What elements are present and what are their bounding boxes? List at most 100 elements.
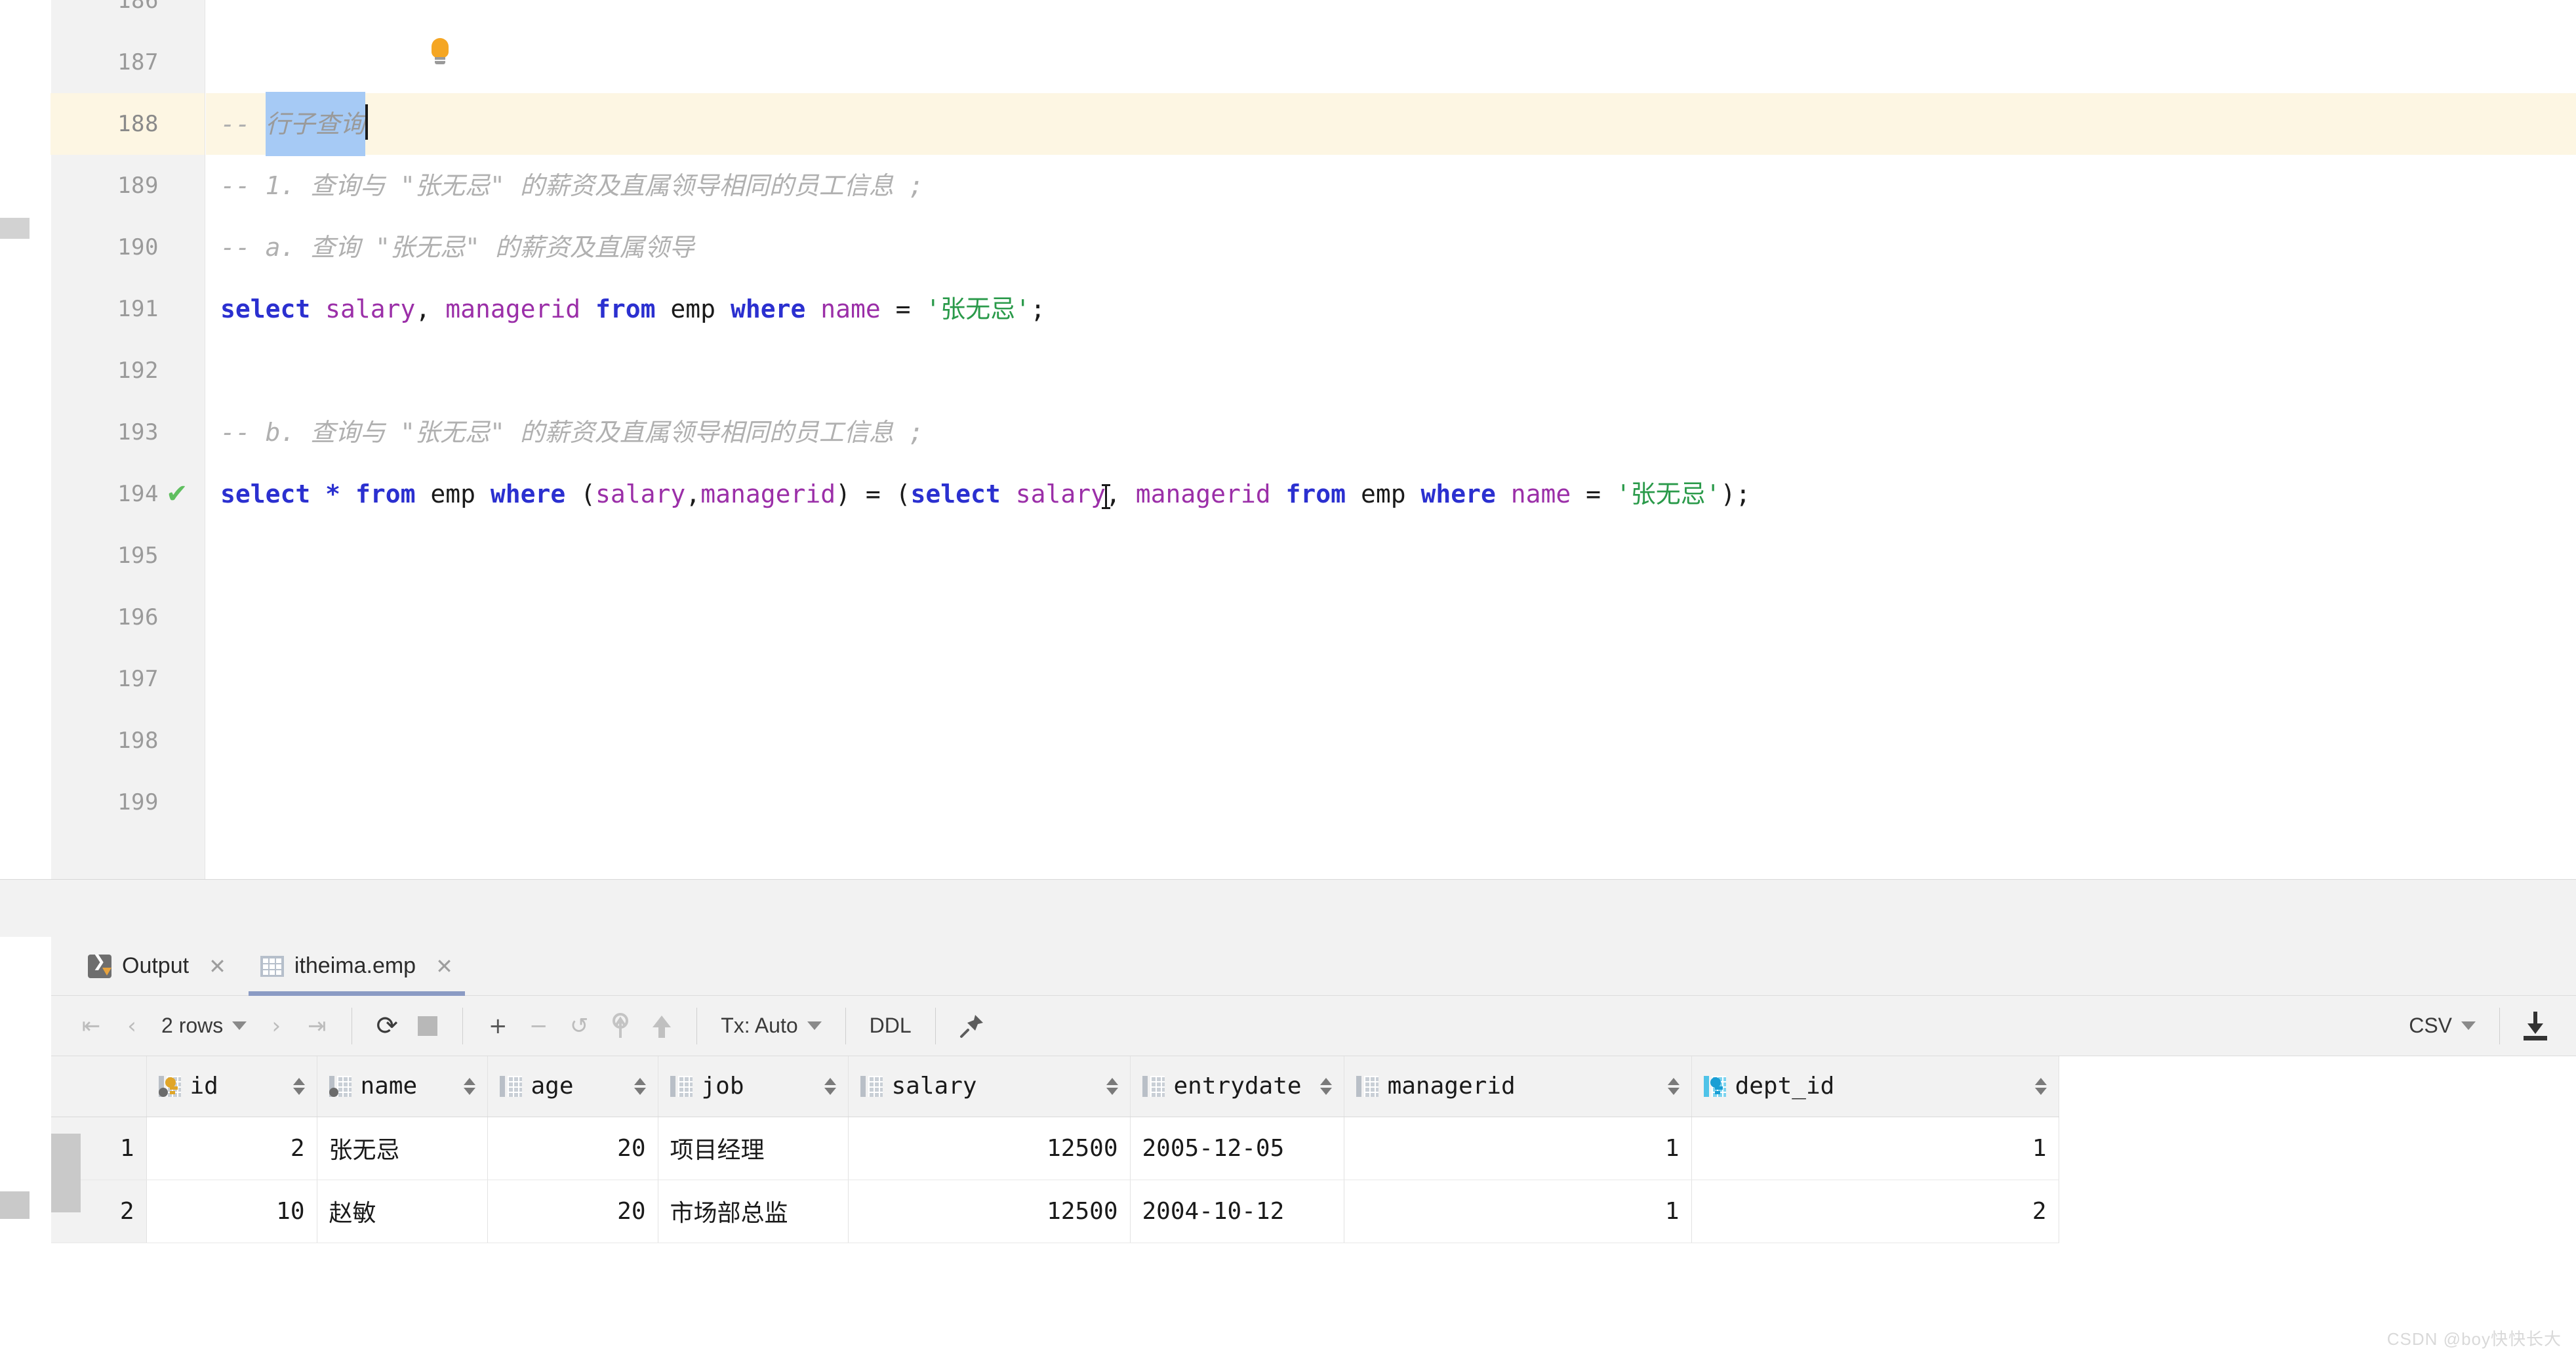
column-header-name[interactable]: name (317, 1056, 488, 1117)
sort-arrows-icon[interactable] (2034, 1077, 2047, 1095)
revert-button[interactable]: ↺ (559, 1003, 599, 1049)
tab-output-close-icon[interactable]: ✕ (209, 954, 226, 979)
toolbar-separator-4 (845, 1007, 846, 1044)
gutter-line-189[interactable]: 189 (50, 155, 205, 216)
code-line-199[interactable] (206, 772, 2576, 833)
delete-row-button[interactable]: − (518, 1003, 559, 1049)
gutter-line-193[interactable]: 193 (50, 401, 205, 463)
cell-id[interactable]: 10 (146, 1180, 317, 1243)
export-format-selector[interactable]: CSV (2400, 1014, 2485, 1038)
cell-age[interactable]: 20 (487, 1180, 658, 1243)
cell-managerid[interactable]: 1 (1344, 1117, 1692, 1180)
code-line-197[interactable] (206, 648, 2576, 710)
transaction-mode-selector[interactable]: Tx: Auto (712, 1014, 830, 1038)
code-line-196[interactable] (206, 586, 2576, 648)
last-page-button[interactable]: ⇥ (296, 1003, 337, 1049)
column-header-entrydate[interactable]: entrydate (1130, 1056, 1344, 1117)
cell-entrydate[interactable]: 2004-10-12 (1130, 1180, 1344, 1243)
cell-entrydate[interactable]: 2005-12-05 (1130, 1117, 1344, 1180)
pin-icon (959, 1014, 983, 1038)
sort-arrows-icon[interactable] (1106, 1077, 1118, 1095)
gutter-line-186[interactable]: 186 (50, 0, 205, 31)
column-header-job[interactable]: job (658, 1056, 849, 1117)
code-line-195[interactable] (206, 525, 2576, 586)
sort-arrows-icon[interactable] (824, 1077, 836, 1095)
cell-name[interactable]: 赵敏 (317, 1180, 488, 1243)
column-header-label: salary (891, 1073, 977, 1100)
sort-arrows-icon[interactable] (634, 1077, 646, 1095)
stop-square-icon (418, 1016, 438, 1036)
cell-job[interactable]: 市场部总监 (658, 1180, 849, 1243)
gutter-line-191[interactable]: 191 (50, 278, 205, 340)
column-header-salary[interactable]: salary (848, 1056, 1131, 1117)
gutter-line-196[interactable]: 196 (50, 586, 205, 648)
cell-age[interactable]: 20 (487, 1117, 658, 1180)
code-line-186[interactable] (206, 0, 2576, 31)
sort-arrows-icon[interactable] (1319, 1077, 1332, 1095)
selected-text[interactable]: 行子查询 (265, 92, 365, 156)
table-row[interactable]: 2 10 赵敏 20 市场部总监 12500 2004-10-12 1 2 (51, 1180, 2380, 1243)
result-data-grid[interactable]: id name age job salary entrydate managerid dept… (51, 1056, 2576, 1358)
next-page-button[interactable]: › (256, 1003, 296, 1049)
sort-arrows-icon[interactable] (463, 1077, 475, 1095)
column-header-dept_id[interactable]: dept_id (1691, 1056, 2059, 1117)
cell-dept_id[interactable]: 2 (1691, 1180, 2059, 1243)
results-vertical-scrollbar-thumb[interactable] (0, 1191, 30, 1219)
gutter-line-198[interactable]: 198 (50, 710, 205, 772)
gutter-line-194[interactable]: 194 ✔ (50, 463, 205, 525)
row-count-selector[interactable]: 2 rows (152, 1014, 256, 1038)
tab-itheima-emp-close-icon[interactable]: ✕ (435, 954, 453, 979)
gutter-line-197[interactable]: 197 (50, 648, 205, 710)
first-page-button[interactable]: ⇤ (71, 1003, 111, 1049)
grid-vertical-scrollbar-thumb[interactable] (51, 1134, 81, 1212)
reload-button[interactable]: ⟳ (367, 1003, 407, 1049)
code-line-190[interactable]: -- a. 查询 "张无忌" 的薪资及直属领导 (206, 216, 2576, 278)
code-line-194[interactable]: select * from emp where (salary, manageri… (206, 463, 2576, 525)
pin-tab-button[interactable] (950, 1003, 994, 1049)
code-line-189[interactable]: -- 1. 查询与 "张无忌" 的薪资及直属领导相同的员工信息 ; (206, 155, 2576, 216)
gutter-line-199[interactable]: 199 (50, 772, 205, 833)
table-row[interactable]: 1 2 张无忌 20 项目经理 12500 2005-12-05 1 1 (51, 1117, 2380, 1180)
column-header-age[interactable]: age (487, 1056, 658, 1117)
code-line-188[interactable]: -- 行子查询 (206, 92, 2576, 156)
cell-name[interactable]: 张无忌 (317, 1117, 488, 1180)
sql-token-kw: select (220, 295, 311, 323)
add-row-button[interactable]: + (477, 1003, 518, 1049)
code-line-187[interactable] (206, 31, 2576, 93)
panel-splitter[interactable] (0, 879, 2576, 937)
cell-job[interactable]: 项目经理 (658, 1117, 849, 1180)
cell-salary[interactable]: 12500 (848, 1180, 1131, 1243)
code-line-193[interactable]: -- b. 查询与 "张无忌" 的薪资及直属领导相同的员工信息 ; (206, 401, 2576, 463)
code-line-192[interactable] (206, 340, 2576, 401)
sort-arrows-icon[interactable] (292, 1077, 305, 1095)
submit-button[interactable] (641, 1003, 682, 1049)
gutter-line-195[interactable]: 195 (50, 525, 205, 586)
cell-managerid[interactable]: 1 (1344, 1180, 1692, 1243)
tab-itheima-emp[interactable]: itheima.emp ✕ (243, 937, 470, 996)
code-line-191[interactable]: select salary, managerid from emp where … (206, 278, 2576, 340)
cell-id[interactable]: 2 (146, 1117, 317, 1180)
stop-button[interactable] (407, 1003, 448, 1049)
sql-token-pun (1406, 463, 1421, 525)
editor-code-area[interactable]: -- 行子查询 -- 1. 查询与 "张无忌" 的薪资及直属领导相同的员工信息 ;… (206, 0, 2576, 879)
prev-page-button[interactable]: ‹ (111, 1003, 152, 1049)
line-number: 190 (117, 234, 159, 260)
gutter-line-187[interactable]: 187 (50, 31, 205, 93)
column-header-id[interactable]: id (146, 1056, 317, 1117)
tab-output[interactable]: Output ✕ (71, 937, 243, 996)
code-line-198[interactable] (206, 710, 2576, 772)
sql-token-pun: ); (1720, 480, 1751, 508)
gutter-line-192[interactable]: 192 (50, 340, 205, 401)
sort-arrows-icon[interactable] (1667, 1077, 1680, 1095)
sql-token-pun (415, 463, 430, 525)
cell-dept_id[interactable]: 1 (1691, 1117, 2059, 1180)
column-header-managerid[interactable]: managerid (1344, 1056, 1692, 1117)
cell-salary[interactable]: 12500 (848, 1117, 1131, 1180)
editor-vertical-scrollbar-thumb[interactable] (0, 218, 30, 239)
gutter-line-190[interactable]: 190 (50, 216, 205, 278)
chevron-down-icon (2461, 1021, 2476, 1030)
gutter-line-188[interactable]: 188 (50, 93, 205, 155)
revert-selected-icon[interactable] (599, 1003, 641, 1049)
export-download-button[interactable] (2514, 1003, 2556, 1049)
ddl-button[interactable]: DDL (860, 1014, 921, 1038)
